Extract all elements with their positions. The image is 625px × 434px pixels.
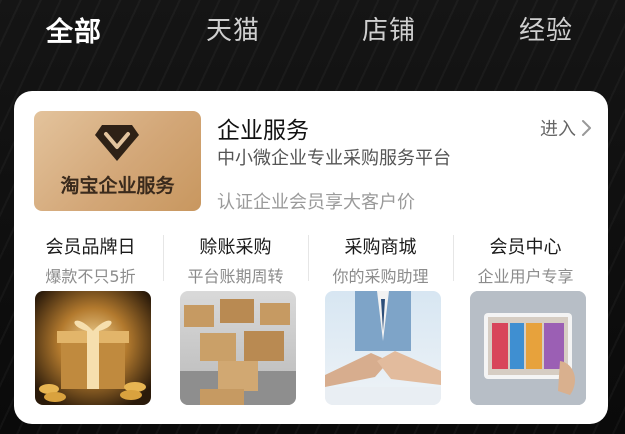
enter-label: 进入 (540, 119, 576, 140)
feature-subtitle: 平台账期周转 (187, 267, 284, 286)
tab-tmall[interactable]: 天猫 (206, 10, 260, 47)
feature-title: 会员中心 (489, 237, 562, 258)
search-tabs: 全部 天猫 店铺 经验 (0, 0, 625, 62)
service-title: 企业服务 (217, 118, 309, 144)
enter-link[interactable]: 进入 (540, 115, 592, 141)
feature-credit-purchase[interactable]: 赊账采购 平台账期周转 (163, 229, 308, 409)
diamond-v-icon (95, 125, 139, 161)
feature-procurement-mall[interactable]: 采购商城 你的采购助理 (308, 229, 453, 409)
service-subtitle: 中小微企业专业采购服务平台 (217, 148, 451, 169)
tab-all[interactable]: 全部 (46, 10, 102, 49)
feature-member-brand-day[interactable]: 会员品牌日 爆款不只5折 (18, 229, 163, 409)
feature-title: 会员品牌日 (45, 237, 136, 258)
feature-grid: 会员品牌日 爆款不只5折 赊账采购 平台账期周转 采购商城 你的采购助理 会员中… (14, 229, 608, 409)
gift-box-image (35, 291, 151, 405)
feature-subtitle: 你的采购助理 (332, 267, 429, 286)
logo-text: 淘宝企业服务 (60, 175, 175, 197)
handshake-image (325, 291, 441, 405)
feature-title: 赊账采购 (199, 237, 272, 258)
warehouse-boxes-image (180, 291, 296, 405)
tab-experience[interactable]: 经验 (519, 10, 573, 47)
feature-title: 采购商城 (344, 237, 417, 258)
feature-subtitle: 爆款不只5折 (45, 267, 136, 286)
enterprise-service-card[interactable]: 淘宝企业服务 企业服务 中小微企业专业采购服务平台 认证企业会员享大客户价 进入… (14, 91, 608, 424)
store-tablet-image (470, 291, 586, 405)
enterprise-service-logo[interactable]: 淘宝企业服务 (34, 111, 201, 211)
service-note: 认证企业会员享大客户价 (217, 192, 415, 213)
tab-shops[interactable]: 店铺 (362, 10, 416, 47)
feature-subtitle: 企业用户专享 (477, 267, 574, 286)
feature-member-center[interactable]: 会员中心 企业用户专享 (453, 229, 598, 409)
chevron-right-icon (582, 120, 591, 136)
